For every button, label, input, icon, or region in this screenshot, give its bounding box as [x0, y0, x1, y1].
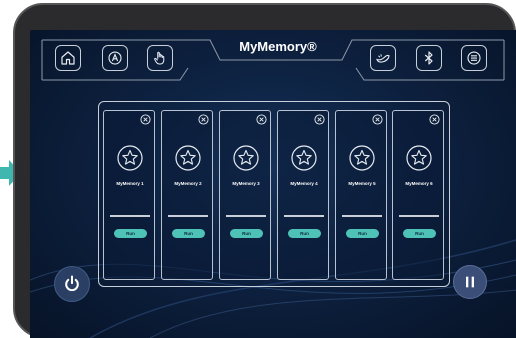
screen: MyMemory® MyMemory 1 Run MyMemory 2 Run … [30, 30, 516, 338]
manual-button[interactable] [147, 45, 173, 71]
memory-card-4[interactable]: MyMemory 4 Run [277, 110, 329, 280]
run-button[interactable]: Run [346, 229, 379, 238]
divider [168, 215, 208, 217]
power-icon [65, 275, 79, 292]
menu-icon [467, 51, 481, 65]
memory-card-2[interactable]: MyMemory 2 Run [161, 110, 213, 280]
close-icon[interactable] [140, 114, 151, 125]
foot-massage-button[interactable] [370, 45, 396, 71]
memory-card-3[interactable]: MyMemory 3 Run [219, 110, 271, 280]
pause-icon [466, 276, 474, 288]
run-button[interactable]: Run [288, 229, 321, 238]
memory-label: MyMemory 6 [405, 181, 433, 186]
auto-button[interactable] [102, 45, 128, 71]
memory-card-1[interactable]: MyMemory 1 Run [103, 110, 155, 280]
hand-icon [154, 51, 165, 65]
divider [110, 215, 150, 217]
close-icon[interactable] [314, 114, 325, 125]
close-icon[interactable] [256, 114, 267, 125]
pause-button[interactable] [453, 265, 487, 299]
bluetooth-button[interactable] [416, 45, 442, 71]
foot-massage-icon [376, 54, 390, 63]
run-button[interactable]: Run [230, 229, 263, 238]
star-icon [233, 145, 259, 171]
memory-card-6[interactable]: MyMemory 6 Run [392, 110, 444, 280]
divider [226, 215, 266, 217]
memory-card-5[interactable]: MyMemory 5 Run [335, 110, 387, 280]
star-icon [291, 145, 317, 171]
run-button[interactable]: Run [172, 229, 205, 238]
memory-label: MyMemory 1 [116, 181, 144, 186]
memory-label: MyMemory 5 [348, 181, 376, 186]
run-button[interactable]: Run [114, 229, 147, 238]
memory-label: MyMemory 2 [174, 181, 202, 186]
page-title: MyMemory® [239, 39, 317, 54]
memory-label: MyMemory 3 [232, 181, 260, 186]
memory-label: MyMemory 4 [290, 181, 318, 186]
run-button[interactable]: Run [403, 229, 436, 238]
close-icon[interactable] [372, 114, 383, 125]
bluetooth-icon [424, 51, 433, 65]
menu-button[interactable] [461, 45, 487, 71]
divider [342, 215, 382, 217]
close-icon[interactable] [198, 114, 209, 125]
star-icon [175, 145, 201, 171]
close-icon[interactable] [429, 114, 440, 125]
auto-icon [108, 51, 122, 65]
divider [399, 215, 439, 217]
star-icon [349, 145, 375, 171]
star-icon [117, 145, 143, 171]
power-button[interactable] [54, 266, 90, 302]
home-button[interactable] [55, 45, 81, 71]
star-icon [406, 145, 432, 171]
divider [284, 215, 324, 217]
home-icon [61, 51, 75, 65]
